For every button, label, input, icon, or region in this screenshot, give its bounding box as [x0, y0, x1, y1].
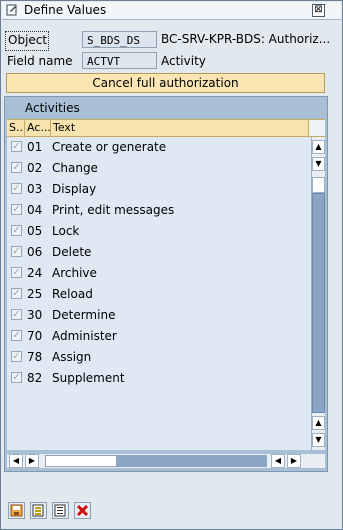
activity-text: Print, edit messages — [52, 203, 175, 217]
scroll-up-icon[interactable]: ▲ — [312, 140, 325, 154]
activity-text: Change — [52, 161, 98, 175]
edit-document-icon — [6, 4, 17, 16]
row-checkbox[interactable]: ✓ — [11, 183, 22, 194]
activity-text: Display — [52, 182, 97, 196]
scroll-page-down-icon[interactable]: ▼ — [312, 433, 325, 447]
activity-code: 03 — [27, 182, 43, 196]
vertical-scrollbar[interactable]: ▲ ▼ ▲ ▼ — [311, 137, 325, 450]
table-row[interactable]: ✓ 05 Lock — [7, 221, 311, 242]
horizontal-scroll-thumb[interactable] — [45, 455, 117, 467]
column-settings-button[interactable] — [309, 120, 325, 136]
row-checkbox[interactable]: ✓ — [11, 372, 22, 383]
scroll-page-up-icon[interactable]: ▲ — [312, 416, 325, 430]
window-title: Define Values — [24, 3, 107, 17]
table-body: ✓ 01 Create or generate ✓ 02 Change ✓ 03… — [7, 137, 311, 450]
table-row[interactable]: ✓ 70 Administer — [7, 326, 311, 347]
table-row[interactable]: ✓ 03 Display — [7, 179, 311, 200]
table-row[interactable]: ✓ 02 Change — [7, 158, 311, 179]
scroll-right-icon[interactable]: ▶ — [25, 454, 39, 468]
cancel-full-authorization-button[interactable]: Cancel full authorization — [6, 73, 325, 93]
activity-code: 30 — [27, 308, 43, 322]
table-row[interactable]: ✓ 82 Supplement — [7, 368, 311, 389]
select-all-icon — [32, 504, 44, 517]
cancel-icon — [76, 504, 89, 517]
object-label: Object — [5, 31, 49, 51]
table-row[interactable]: ✓ 06 Delete — [7, 242, 311, 263]
activity-text: Determine — [52, 308, 116, 322]
close-button[interactable]: ⊠ — [312, 4, 325, 17]
activity-code: 78 — [27, 350, 43, 364]
activity-text: Archive — [52, 266, 97, 280]
define-values-window: Define Values ⊠ Object S_BDS_DS BC-SRV-K… — [0, 0, 343, 530]
object-field[interactable]: S_BDS_DS — [82, 31, 157, 48]
deselect-all-button[interactable] — [52, 502, 69, 519]
select-all-button[interactable] — [30, 502, 47, 519]
vertical-scroll-track[interactable] — [312, 193, 325, 413]
row-checkbox[interactable]: ✓ — [11, 246, 22, 257]
activity-code: 04 — [27, 203, 43, 217]
activity-code: 24 — [27, 266, 43, 280]
field-name-label: Field name — [7, 54, 73, 68]
activity-text: Assign — [52, 350, 92, 364]
activities-table: Activities S.. Ac... Text ✓ 01 Create or… — [4, 96, 328, 472]
activity-text: Reload — [52, 287, 93, 301]
column-activity-header[interactable]: Ac... — [25, 120, 51, 136]
activity-text: Delete — [52, 245, 92, 259]
activity-code: 01 — [27, 140, 43, 154]
activity-code: 70 — [27, 329, 43, 343]
table-row[interactable]: ✓ 30 Determine — [7, 305, 311, 326]
activity-text: Administer — [52, 329, 117, 343]
table-title: Activities — [25, 101, 80, 115]
table-row[interactable]: ✓ 24 Archive — [7, 263, 311, 284]
activity-code: 05 — [27, 224, 43, 238]
activity-text: Create or generate — [52, 140, 167, 154]
scroll-left-icon[interactable]: ◀ — [9, 454, 23, 468]
horizontal-scrollbar[interactable]: ◀ ▶ ◀ ▶ — [7, 454, 325, 468]
scroll-far-left-icon[interactable]: ◀ — [271, 454, 285, 468]
save-icon — [10, 504, 23, 517]
column-select-header[interactable]: S.. — [7, 120, 25, 136]
row-checkbox[interactable]: ✓ — [11, 141, 22, 152]
activity-text: Supplement — [52, 371, 125, 385]
activity-code: 06 — [27, 245, 43, 259]
table-row[interactable]: ✓ 78 Assign — [7, 347, 311, 368]
horizontal-scroll-track[interactable] — [117, 455, 267, 467]
table-row[interactable]: ✓ 04 Print, edit messages — [7, 200, 311, 221]
activity-code: 82 — [27, 371, 43, 385]
row-checkbox[interactable]: ✓ — [11, 267, 22, 278]
activity-code: 02 — [27, 161, 43, 175]
save-button[interactable] — [8, 502, 25, 519]
table-header: S.. Ac... Text — [7, 119, 325, 137]
row-checkbox[interactable]: ✓ — [11, 162, 22, 173]
cancel-button[interactable] — [74, 502, 91, 519]
row-checkbox[interactable]: ✓ — [11, 204, 22, 215]
row-checkbox[interactable]: ✓ — [11, 225, 22, 236]
column-text-header[interactable]: Text — [51, 120, 309, 136]
scroll-down-icon[interactable]: ▼ — [312, 157, 325, 171]
activity-code: 25 — [27, 287, 43, 301]
object-description: BC-SRV-KPR-BDS: Authoriz... — [161, 32, 331, 46]
field-description: Activity — [161, 54, 206, 68]
title-bar: Define Values ⊠ — [2, 2, 341, 20]
scroll-far-right-icon[interactable]: ▶ — [287, 454, 301, 468]
row-checkbox[interactable]: ✓ — [11, 351, 22, 362]
activity-text: Lock — [52, 224, 80, 238]
row-checkbox[interactable]: ✓ — [11, 288, 22, 299]
table-row[interactable]: ✓ 25 Reload — [7, 284, 311, 305]
deselect-icon — [54, 504, 66, 517]
scroll-top-region[interactable] — [312, 177, 325, 193]
field-name-field[interactable]: ACTVT — [82, 52, 157, 69]
table-row[interactable]: ✓ 01 Create or generate — [7, 137, 311, 158]
row-checkbox[interactable]: ✓ — [11, 309, 22, 320]
row-checkbox[interactable]: ✓ — [11, 330, 22, 341]
